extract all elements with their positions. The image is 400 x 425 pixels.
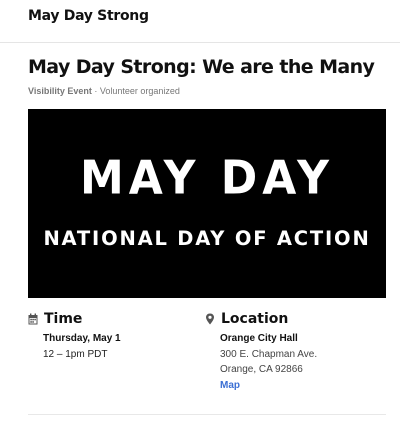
time-heading: Time [44,311,83,327]
meta-separator: · [91,86,100,96]
calendar-icon [28,313,38,325]
location-city: Orange, CA 92866 [220,364,303,375]
location-heading: Location [221,311,289,327]
event-banner-image: MAY DAY NATIONAL DAY OF ACTION [28,109,386,298]
site-brand-link[interactable]: May Day Strong [28,8,149,24]
event-hours: 12 – 1pm PDT [43,348,108,360]
time-section: Time Thursday, May 1 12 – 1pm PDT [28,310,198,362]
location-venue: Orange City Hall [220,333,298,344]
banner-headline: MAY DAY [79,151,335,206]
map-link[interactable]: Map [220,380,240,391]
location-street: 300 E. Chapman Ave. [220,348,318,360]
section-divider [28,414,386,415]
map-pin-icon [205,313,215,325]
event-organizer: Volunteer organized [99,86,180,96]
event-date: Thursday, May 1 [43,333,121,344]
event-title: May Day Strong: We are the Many [28,56,375,78]
event-type: Visibility Event [28,86,92,96]
location-section: Location Orange City Hall 300 E. Chapman… [205,310,385,393]
event-meta: Visibility Event · Volunteer organized [28,86,180,96]
top-bar: May Day Strong [0,0,400,43]
banner-subheadline: NATIONAL DAY OF ACTION [43,227,371,250]
